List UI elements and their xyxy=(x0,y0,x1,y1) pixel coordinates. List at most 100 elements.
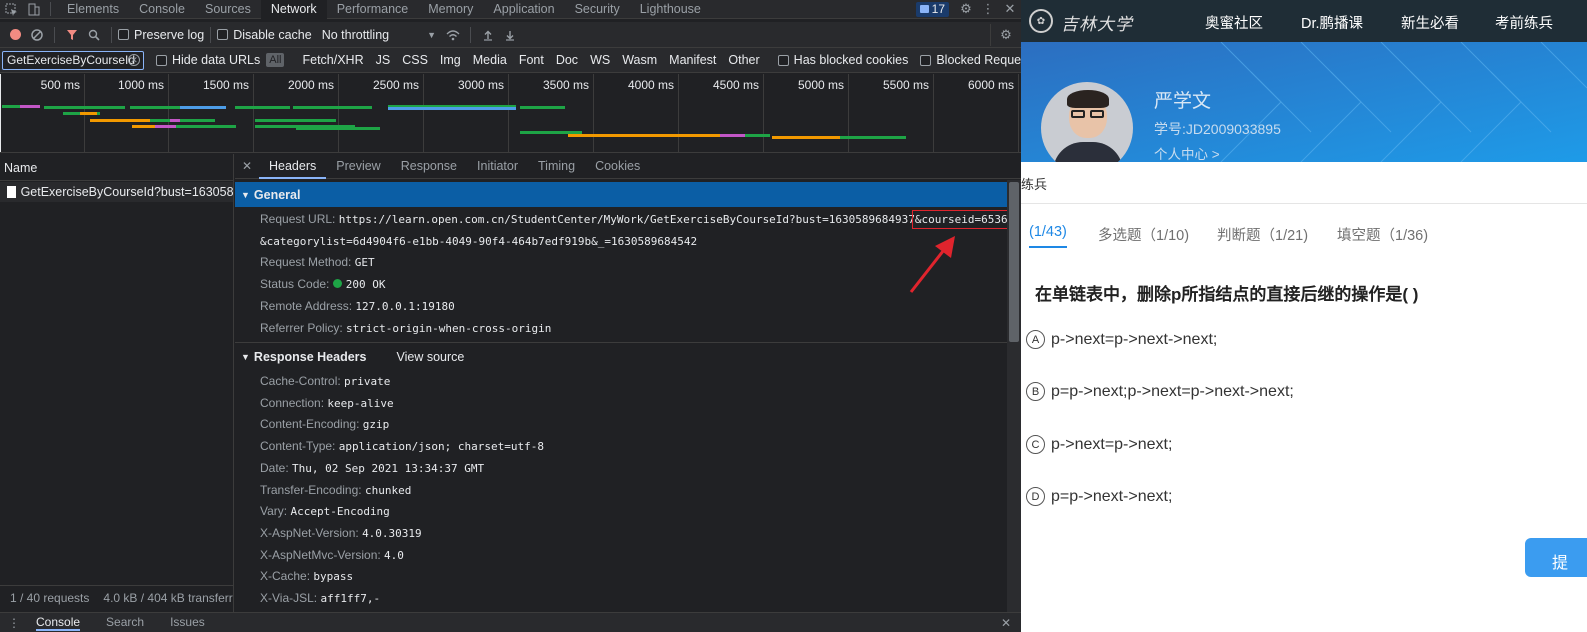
filter-type-media[interactable]: Media xyxy=(467,53,513,67)
close-drawer-icon[interactable]: ✕ xyxy=(1001,616,1011,630)
timeline-grid-line xyxy=(508,74,509,152)
import-har-icon[interactable] xyxy=(477,25,499,44)
nav-link-2[interactable]: 新生必看 xyxy=(1401,12,1459,33)
header-value: 200 OK xyxy=(345,278,386,291)
personal-center-link[interactable]: 个人中心 > xyxy=(1154,143,1220,162)
timeline-overview[interactable]: 500 ms 1000 ms 1500 ms 2000 ms 2500 ms 3000 m… xyxy=(0,74,1021,153)
response-headers-section-header[interactable]: ▼ Response Headers View source xyxy=(235,344,1007,369)
filter-input[interactable] xyxy=(3,51,143,69)
student-id: 学号:JD2009033895 xyxy=(1154,121,1281,137)
tab-sources[interactable]: Sources xyxy=(195,0,261,19)
network-toolbar: Preserve log Disable cache No throttling… xyxy=(0,22,1021,48)
tab-console[interactable]: Console xyxy=(129,0,195,19)
header-value: gzip xyxy=(362,418,390,432)
detail-tab-timing[interactable]: Timing xyxy=(528,154,585,179)
detail-tab-initiator[interactable]: Initiator xyxy=(467,154,528,179)
tab-lighthouse[interactable]: Lighthouse xyxy=(630,0,711,19)
request-url-row: Request URL: https://learn.open.com.cn/S… xyxy=(260,210,1018,229)
tab-security[interactable]: Security xyxy=(565,0,630,19)
option-d[interactable]: D p=p->next->next; xyxy=(1026,487,1172,506)
drawer-tab-search[interactable]: Search xyxy=(106,615,144,631)
filter-type-other[interactable]: Other xyxy=(722,53,765,67)
waterfall-bar xyxy=(130,106,180,109)
question-tab-single[interactable]: (1/43) xyxy=(1029,224,1067,248)
waterfall-bar xyxy=(155,125,176,128)
device-toolbar-icon[interactable] xyxy=(22,0,44,19)
view-source-link[interactable]: View source xyxy=(396,350,464,364)
question-tab-judgement[interactable]: 判断题（1/21) xyxy=(1217,224,1308,245)
throttling-select[interactable]: No throttling ▼ xyxy=(322,28,436,42)
option-a[interactable]: A p->next=p->next->next; xyxy=(1026,330,1217,349)
header-value: keep-alive xyxy=(327,396,394,410)
disable-cache-checkbox[interactable]: Disable cache xyxy=(217,28,312,42)
filter-type-css[interactable]: CSS xyxy=(396,53,434,67)
general-row: Request Method: GET xyxy=(260,255,375,269)
drawer-tab-console[interactable]: Console xyxy=(36,615,81,631)
timeline-grid-line xyxy=(423,74,424,152)
header-value: 4.0.30319 xyxy=(362,526,422,540)
inspect-element-icon[interactable] xyxy=(0,0,22,19)
nav-link-0[interactable]: 奥蜜社区 xyxy=(1205,12,1263,33)
header-key: X-AspNet-Version: xyxy=(260,525,359,540)
filter-type-img[interactable]: Img xyxy=(434,53,467,67)
network-conditions-icon[interactable] xyxy=(442,25,464,44)
detail-scrollbar[interactable] xyxy=(1007,180,1021,632)
filter-funnel-icon[interactable] xyxy=(61,25,83,44)
clear-icon[interactable] xyxy=(26,25,48,44)
waterfall-bar xyxy=(44,106,125,109)
has-blocked-cookies-checkbox[interactable]: Has blocked cookies xyxy=(777,53,908,67)
tab-memory[interactable]: Memory xyxy=(418,0,483,19)
network-settings-gear-icon[interactable]: ⚙ xyxy=(995,25,1017,44)
university-logo-text[interactable]: 吉林大学 xyxy=(1061,10,1133,35)
question-tab-multiple[interactable]: 多选题（1/10) xyxy=(1098,224,1189,245)
preserve-log-checkbox[interactable]: Preserve log xyxy=(118,28,204,42)
nav-link-3[interactable]: 考前练兵 xyxy=(1495,12,1553,33)
drawer-tab-issues[interactable]: Issues xyxy=(170,615,205,631)
header-value: Accept-Encoding xyxy=(290,505,390,519)
detail-tab-cookies[interactable]: Cookies xyxy=(585,154,650,179)
filter-type-font[interactable]: Font xyxy=(513,53,550,67)
question-tab-fill-blank[interactable]: 填空题（1/36) xyxy=(1337,224,1428,245)
detail-tab-headers[interactable]: Headers xyxy=(259,154,327,179)
close-devtools-icon[interactable]: ✕ xyxy=(999,0,1021,19)
filter-type-wasm[interactable]: Wasm xyxy=(616,53,663,67)
search-icon[interactable] xyxy=(83,25,105,44)
devtools-tabs: Elements Console Sources Network Performance… xyxy=(57,0,711,19)
filter-type-fetchxhr[interactable]: Fetch/XHR xyxy=(296,53,369,67)
detail-tab-preview[interactable]: Preview xyxy=(326,154,390,179)
general-section-header[interactable]: ▼ General xyxy=(235,182,1007,207)
filter-type-ws[interactable]: WS xyxy=(584,53,616,67)
scrollbar-thumb[interactable] xyxy=(1009,182,1019,342)
more-menu-icon[interactable]: ⋮ xyxy=(977,0,999,19)
university-seal-icon[interactable]: ✿ xyxy=(1029,9,1053,33)
tab-application[interactable]: Application xyxy=(483,0,564,19)
general-row: Status Code: 200 OK xyxy=(260,277,385,291)
tab-performance[interactable]: Performance xyxy=(327,0,419,19)
header-value: chunked xyxy=(364,483,412,497)
drawer-menu-icon[interactable]: ⋮ xyxy=(8,616,20,630)
filter-type-all[interactable]: All xyxy=(266,53,285,67)
export-har-icon[interactable] xyxy=(499,25,521,44)
record-icon[interactable] xyxy=(4,25,26,44)
option-c[interactable]: C p->next=p->next; xyxy=(1026,435,1172,454)
detail-tab-response[interactable]: Response xyxy=(391,154,467,179)
issues-badge[interactable]: 17 xyxy=(915,1,949,17)
close-detail-icon[interactable]: ✕ xyxy=(235,159,259,173)
settings-gear-icon[interactable]: ⚙ xyxy=(955,0,977,19)
tab-elements[interactable]: Elements xyxy=(57,0,129,19)
hide-data-urls-checkbox[interactable]: Hide data URLs xyxy=(156,53,260,67)
filter-type-manifest[interactable]: Manifest xyxy=(663,53,722,67)
filter-type-js[interactable]: JS xyxy=(370,53,397,67)
request-row[interactable]: GetExerciseByCourseId?bust=163058... xyxy=(0,182,233,202)
nav-link-1[interactable]: Dr.鹏播课 xyxy=(1301,12,1363,33)
name-column-header[interactable]: Name xyxy=(0,154,233,181)
header-key: Date: xyxy=(260,460,289,475)
tab-network[interactable]: Network xyxy=(260,0,327,19)
clear-filter-icon[interactable]: ✕ xyxy=(128,53,140,66)
header-key: X-Cache: xyxy=(260,569,311,584)
submit-button[interactable]: 提 xyxy=(1525,538,1587,577)
filter-type-doc[interactable]: Doc xyxy=(550,53,584,67)
timeline-tick-label: 5000 ms xyxy=(797,78,844,92)
blocked-requests-checkbox[interactable]: Blocked Requests xyxy=(920,53,1021,67)
option-b[interactable]: B p=p->next;p->next=p->next->next; xyxy=(1026,382,1294,401)
